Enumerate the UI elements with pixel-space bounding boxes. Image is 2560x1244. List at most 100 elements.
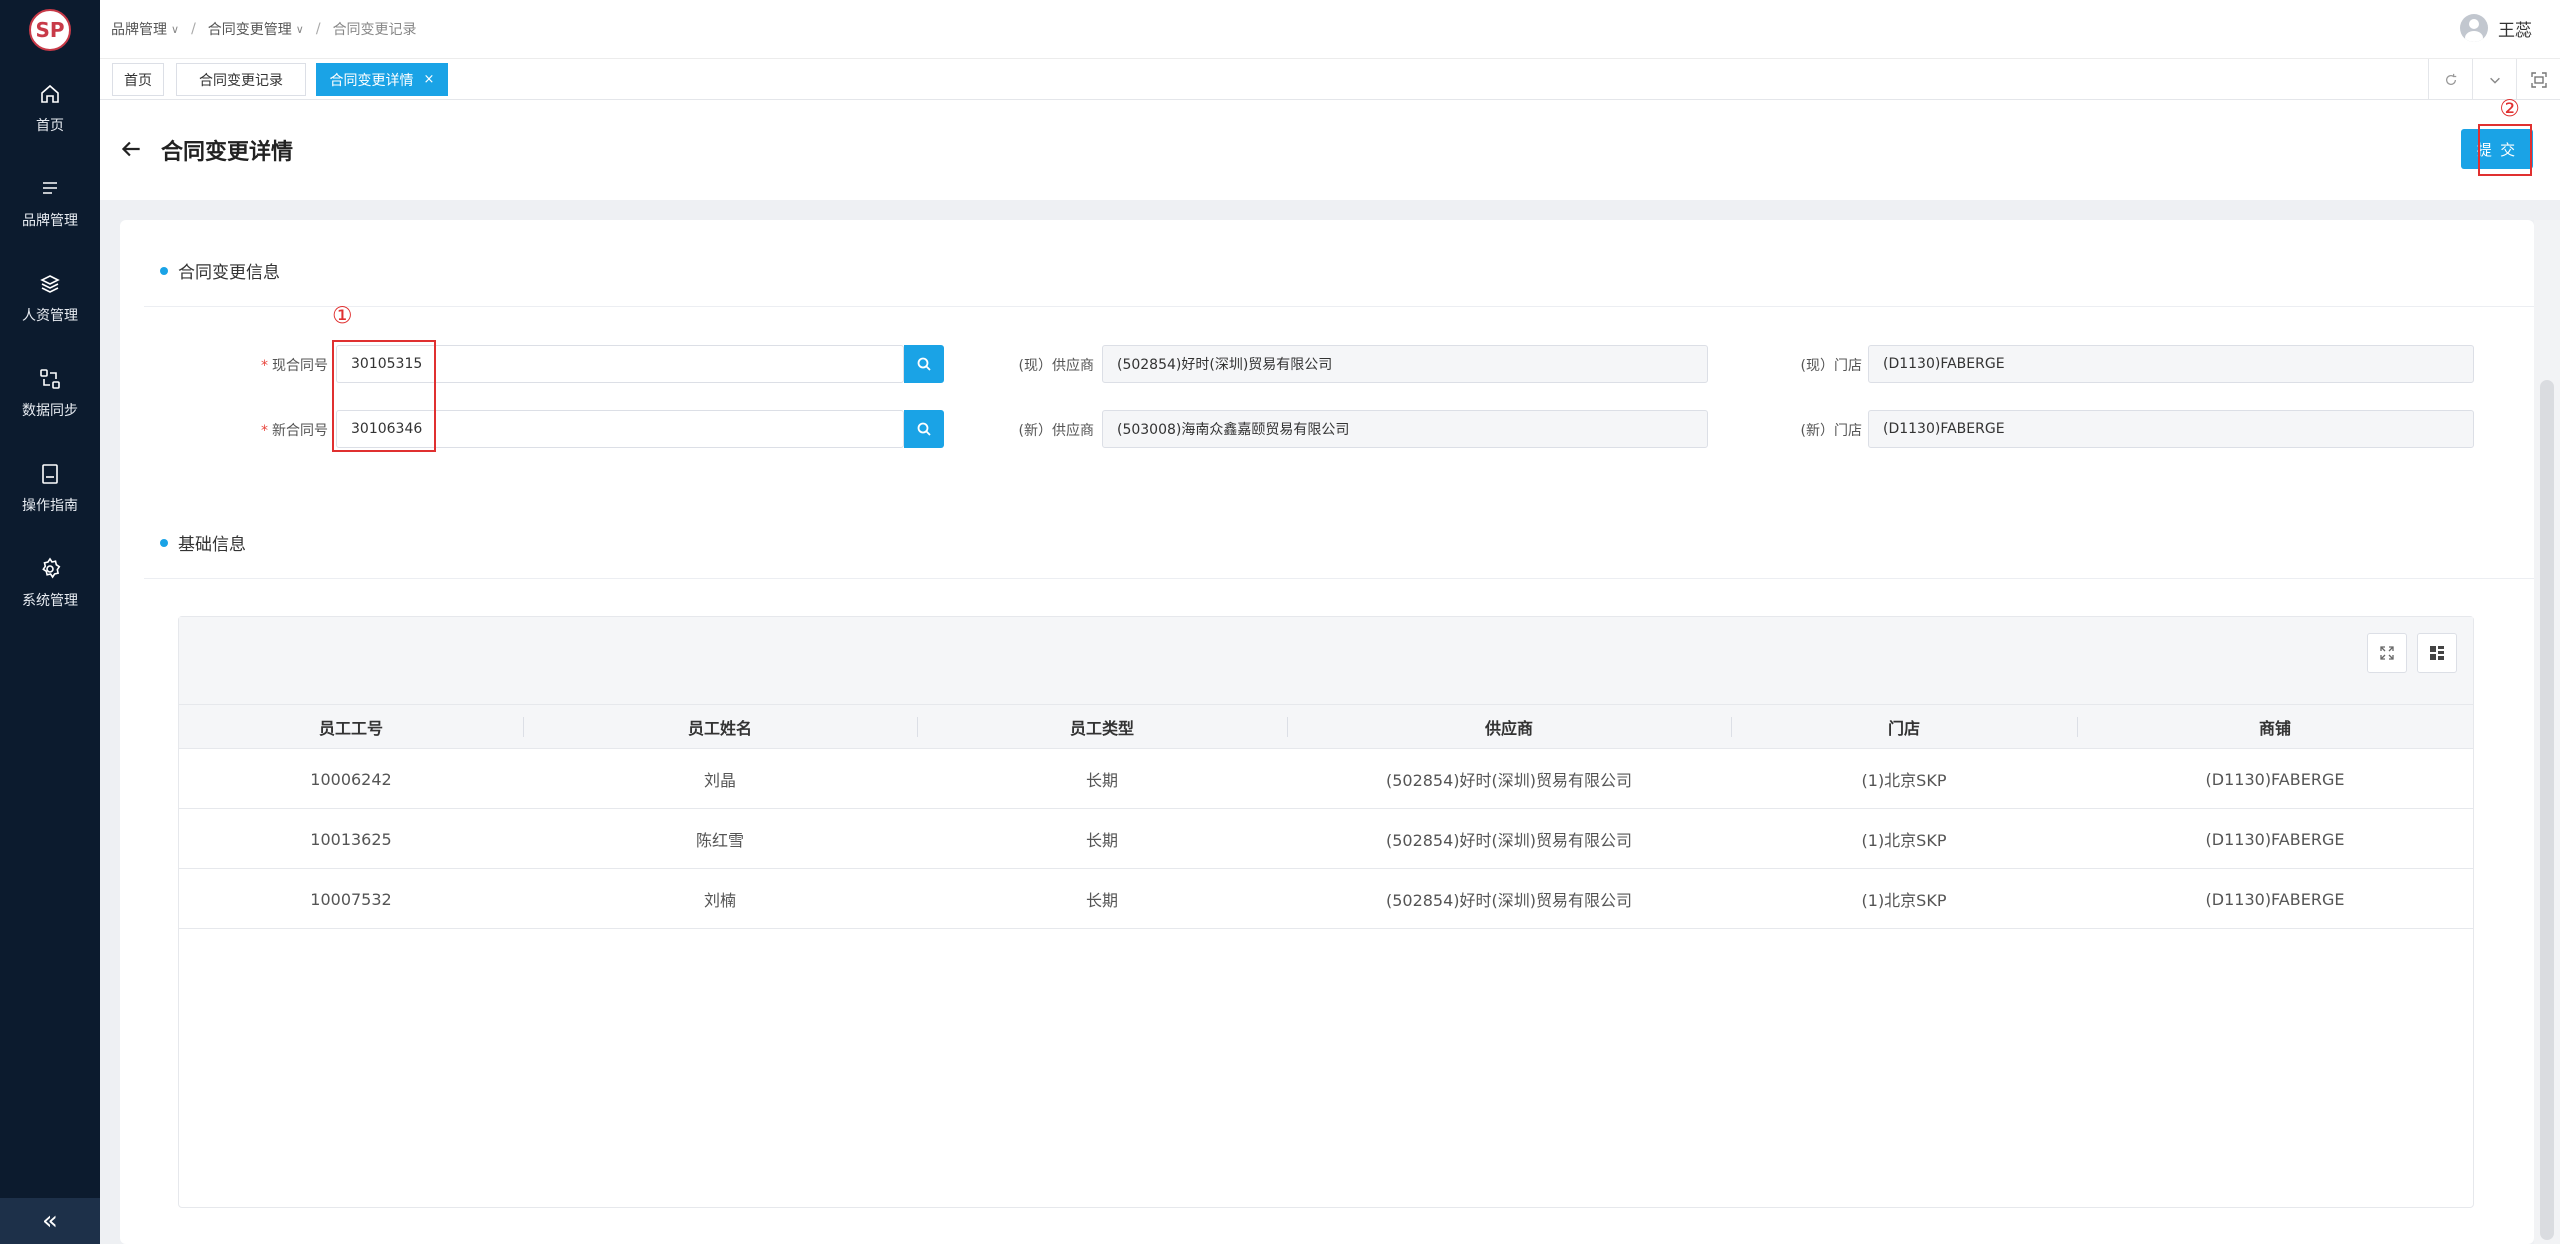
cell-store: (1)北京SKP (1861, 771, 1947, 790)
chevron-down-icon: ∨ (295, 22, 304, 36)
sidebar-item-home[interactable]: 首页 (0, 68, 100, 148)
cell-employee-type: 长期 (1085, 771, 1118, 790)
current-supplier-label: (现）供应商 (1018, 358, 1094, 374)
required-asterisk: * (261, 358, 268, 374)
sidebar-item-brand[interactable]: 品牌管理 (0, 163, 100, 243)
sidebar: SP 首页 品牌管理 人资管理 数据同步 操作指南 系统管理 « (0, 0, 100, 1244)
tab-label: 合同变更记录 (199, 72, 283, 89)
section-title-text: 基础信息 (178, 535, 246, 555)
fullscreen-button[interactable] (2516, 59, 2560, 100)
fullscreen-icon (2530, 71, 2547, 88)
breadcrumb-separator: / (315, 21, 321, 37)
sync-icon (40, 369, 60, 389)
tab-contract-change-records[interactable]: 合同变更记录 (176, 63, 306, 96)
sidebar-item-guide[interactable]: 操作指南 (0, 448, 100, 528)
cell-employee-name: 刘楠 (703, 891, 736, 910)
column-header-employee-type[interactable]: 员工类型 (917, 705, 1287, 749)
new-store-field: (D1130)FABERGE (1868, 410, 2474, 448)
scrollbar-thumb[interactable] (2540, 380, 2554, 1240)
new-contract-input[interactable]: 30106346 (336, 410, 904, 448)
breadcrumb-item-brand[interactable]: 品牌管理 ∨ (111, 19, 179, 39)
new-contract-search-button[interactable] (904, 410, 944, 448)
tab-tools (2428, 59, 2560, 100)
book-icon (42, 464, 58, 484)
sidebar-item-hr[interactable]: 人资管理 (0, 258, 100, 338)
label-text: 现合同号 (272, 358, 328, 374)
cell-employee-id: 10007532 (310, 889, 392, 909)
chevron-down-icon (2489, 77, 2500, 84)
chevron-down-icon: ∨ (171, 22, 180, 36)
sidebar-collapse-button[interactable]: « (0, 1198, 100, 1244)
sidebar-item-label: 数据同步 (22, 403, 78, 419)
new-supplier-field: (503008)海南众鑫嘉颐贸易有限公司 (1102, 410, 1708, 448)
cell-supplier: (502854)好时(深圳)贸易有限公司 (1385, 771, 1633, 790)
breadcrumb-separator: / (191, 21, 196, 37)
tabs-dropdown-button[interactable] (2472, 59, 2516, 100)
layers-icon (40, 275, 60, 293)
current-store-field: (D1130)FABERGE (1868, 345, 2474, 383)
section-title-basic-info: 基础信息 (160, 530, 246, 555)
sidebar-item-label: 系统管理 (22, 593, 78, 609)
cell-employee-name: 刘晶 (703, 771, 736, 790)
annotation-marker-2: ② (2499, 96, 2520, 122)
back-arrow-icon[interactable] (118, 136, 144, 162)
section-title-text: 合同变更信息 (178, 263, 280, 283)
sidebar-item-label: 首页 (36, 118, 64, 134)
table-row[interactable]: 10007532 刘楠 长期 (502854)好时(深圳)贸易有限公司 (1)北… (179, 869, 2473, 929)
table-toolbar (179, 617, 2473, 705)
sidebar-item-sync[interactable]: 数据同步 (0, 353, 100, 433)
refresh-button[interactable] (2428, 59, 2472, 100)
new-supplier-label: (新）供应商 (1018, 423, 1094, 439)
current-supplier-field: (502854)好时(深圳)贸易有限公司 (1102, 345, 1708, 383)
annotation-marker-1: ① (332, 303, 353, 329)
sidebar-item-label: 人资管理 (22, 308, 78, 324)
table-row[interactable]: 10006242 刘晶 长期 (502854)好时(深圳)贸易有限公司 (1)北… (179, 749, 2473, 809)
top-bar: 品牌管理 ∨ / 合同变更管理 ∨ / 合同变更记录 王蕊 (100, 0, 2560, 58)
main-card: 合同变更信息 ① * 现合同号 30105315 (现）供应商 (502854)好… (120, 220, 2534, 1244)
cell-supplier: (502854)好时(深圳)贸易有限公司 (1385, 831, 1633, 850)
cell-shop: (D1130)FABERGE (2205, 769, 2345, 789)
required-asterisk: * (261, 423, 268, 439)
cell-supplier: (502854)好时(深圳)贸易有限公司 (1385, 891, 1633, 910)
grid-icon (2430, 646, 2444, 660)
tab-contract-change-detail[interactable]: 合同变更详情 × (316, 63, 448, 96)
user-menu[interactable]: 王蕊 (2460, 14, 2532, 42)
tabs-bar: 首页 合同变更记录 合同变更详情 × (100, 58, 2560, 100)
breadcrumb-label: 品牌管理 (111, 22, 167, 38)
column-header-shop[interactable]: 商铺 (2077, 705, 2473, 749)
column-header-employee-name[interactable]: 员工姓名 (523, 705, 917, 749)
cell-employee-type: 长期 (1085, 891, 1118, 910)
column-header-supplier[interactable]: 供应商 (1287, 705, 1731, 749)
gear-icon (42, 557, 61, 579)
new-store-label: (新）门店 (1800, 423, 1862, 439)
column-header-employee-id[interactable]: 员工工号 (179, 705, 523, 749)
page-title: 合同变更详情 (161, 140, 294, 165)
cell-employee-type: 长期 (1085, 831, 1118, 850)
page-scrollbar[interactable] (2534, 220, 2560, 1244)
employee-table: 员工工号 员工姓名 员工类型 供应商 门店 商铺 10006242 刘晶 长期 … (178, 616, 2474, 1208)
home-icon (41, 84, 59, 103)
close-icon[interactable]: × (424, 72, 435, 87)
label-text: 新合同号 (272, 423, 328, 439)
search-icon (917, 422, 931, 436)
table-columns-button[interactable] (2417, 633, 2457, 673)
table-row[interactable]: 10013625 陈红雪 长期 (502854)好时(深圳)贸易有限公司 (1)… (179, 809, 2473, 869)
breadcrumb-item-contract-change[interactable]: 合同变更管理 ∨ (208, 19, 304, 39)
cell-employee-name: 陈红雪 (695, 831, 744, 850)
column-header-store[interactable]: 门店 (1731, 705, 2077, 749)
search-icon (917, 357, 931, 371)
double-chevron-left-icon: « (42, 1206, 58, 1236)
submit-button[interactable]: 提 交 (2461, 129, 2533, 169)
tab-home[interactable]: 首页 (112, 63, 164, 96)
current-contract-input[interactable]: 30105315 (336, 345, 904, 383)
new-contract-label: * 新合同号 (248, 420, 328, 440)
list-icon (43, 182, 57, 194)
app-logo[interactable]: SP (29, 9, 71, 51)
sidebar-item-label: 品牌管理 (22, 213, 78, 229)
divider (144, 306, 2534, 307)
sidebar-item-system[interactable]: 系统管理 (0, 543, 100, 623)
cell-shop: (D1130)FABERGE (2205, 889, 2345, 909)
tab-label: 首页 (124, 72, 152, 89)
current-contract-search-button[interactable] (904, 345, 944, 383)
table-expand-button[interactable] (2367, 633, 2407, 673)
